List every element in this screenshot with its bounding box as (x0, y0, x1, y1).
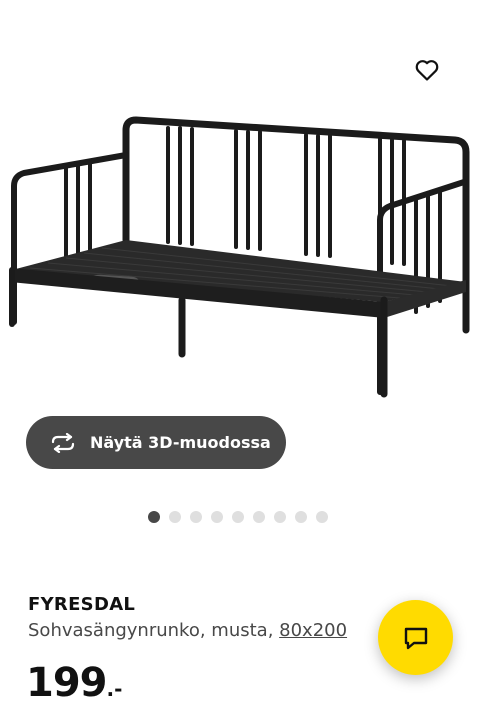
product-size-link[interactable]: 80x200 (279, 620, 347, 641)
gallery-pagination (148, 511, 328, 523)
view-3d-button[interactable]: Näytä 3D-muodossa (26, 416, 286, 469)
price-suffix: .- (106, 677, 123, 701)
gallery-dot[interactable] (295, 511, 307, 523)
gallery-dot[interactable] (190, 511, 202, 523)
heart-outline-icon (415, 60, 439, 81)
gallery-dot[interactable] (169, 511, 181, 523)
product-image-gallery[interactable] (0, 0, 480, 400)
price-number: 199 (26, 660, 107, 706)
view-3d-label: Näytä 3D-muodossa (90, 433, 271, 452)
gallery-dot[interactable] (274, 511, 286, 523)
product-price: 199.- (26, 660, 122, 706)
product-name: FYRESDAL (28, 594, 136, 615)
chat-button[interactable] (378, 600, 453, 675)
rotate-3d-icon (50, 432, 78, 454)
product-image (9, 116, 470, 398)
gallery-dot[interactable] (316, 511, 328, 523)
gallery-dot[interactable] (253, 511, 265, 523)
favourite-button[interactable] (409, 52, 445, 88)
gallery-dot[interactable] (211, 511, 223, 523)
gallery-dot[interactable] (232, 511, 244, 523)
gallery-dot[interactable] (148, 511, 160, 523)
chat-bubble-icon (404, 627, 427, 649)
product-description-text: Sohvasängynrunko, musta, (28, 620, 280, 641)
product-description: Sohvasängynrunko, musta, 80x200 (28, 620, 347, 641)
